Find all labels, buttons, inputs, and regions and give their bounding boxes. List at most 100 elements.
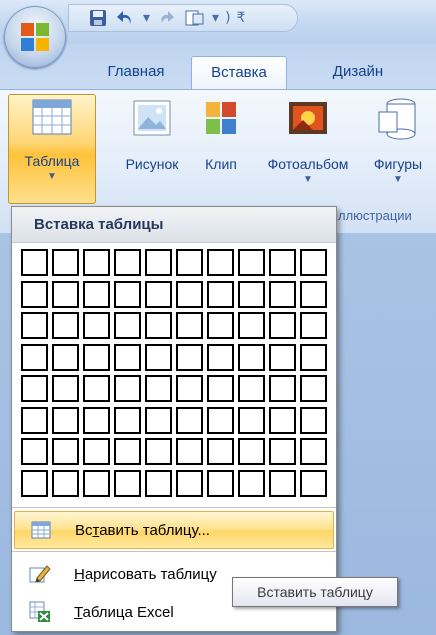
grid-cell[interactable]	[83, 406, 110, 434]
grid-cell[interactable]	[300, 280, 327, 308]
clip-button[interactable]: Клип	[196, 96, 246, 172]
tab-design[interactable]: Дизайн	[318, 56, 398, 90]
grid-cell[interactable]	[52, 469, 79, 497]
grid-cell[interactable]	[207, 280, 234, 308]
grid-cell[interactable]	[300, 249, 327, 276]
grid-cell[interactable]	[176, 280, 203, 308]
photo-album-dropdown-arrow-icon: ▼	[303, 174, 313, 185]
grid-cell[interactable]	[83, 375, 110, 402]
grid-cell[interactable]	[83, 280, 110, 308]
table-draw-icon[interactable]	[184, 7, 206, 29]
grid-cell[interactable]	[52, 280, 79, 308]
picture-button[interactable]: Рисунок	[110, 96, 194, 172]
grid-cell[interactable]	[238, 375, 265, 402]
undo-dropdown-icon[interactable]: ▾	[143, 10, 150, 26]
grid-cell[interactable]	[21, 375, 48, 402]
grid-cell[interactable]	[176, 312, 203, 339]
grid-cell[interactable]	[83, 469, 110, 497]
grid-cell[interactable]	[21, 438, 48, 465]
grid-cell[interactable]	[21, 280, 48, 308]
grid-cell[interactable]	[300, 469, 327, 497]
grid-cell[interactable]	[300, 438, 327, 465]
grid-cell[interactable]	[269, 249, 296, 276]
grid-cell[interactable]	[145, 280, 172, 308]
grid-cell[interactable]	[269, 406, 296, 434]
grid-cell[interactable]	[114, 343, 141, 371]
grid-cell[interactable]	[114, 312, 141, 339]
grid-cell[interactable]	[269, 438, 296, 465]
table-size-grid[interactable]	[21, 249, 333, 505]
grid-cell[interactable]	[238, 406, 265, 434]
grid-cell[interactable]	[176, 375, 203, 402]
grid-cell[interactable]	[114, 406, 141, 434]
grid-cell[interactable]	[300, 375, 327, 402]
grid-cell[interactable]	[52, 312, 79, 339]
tab-home[interactable]: Главная	[98, 56, 174, 90]
grid-cell[interactable]	[83, 343, 110, 371]
grid-cell[interactable]	[207, 438, 234, 465]
tab-insert[interactable]: Вставка	[191, 56, 287, 90]
grid-cell[interactable]	[176, 469, 203, 497]
grid-cell[interactable]	[21, 406, 48, 434]
grid-cell[interactable]	[83, 312, 110, 339]
grid-cell[interactable]	[83, 438, 110, 465]
grid-cell[interactable]	[176, 406, 203, 434]
grid-cell[interactable]	[145, 406, 172, 434]
grid-cell[interactable]	[114, 280, 141, 308]
grid-cell[interactable]	[114, 469, 141, 497]
grid-cell[interactable]	[176, 343, 203, 371]
office-button[interactable]	[4, 6, 66, 68]
grid-cell[interactable]	[238, 280, 265, 308]
grid-cell[interactable]	[114, 438, 141, 465]
grid-cell[interactable]	[145, 249, 172, 276]
grid-cell[interactable]	[269, 280, 296, 308]
quick-access-toolbar: ▾ ▾ ) ₹	[68, 4, 298, 32]
save-icon[interactable]	[87, 7, 109, 29]
grid-cell[interactable]	[114, 249, 141, 276]
redo-icon[interactable]	[156, 7, 178, 29]
grid-cell[interactable]	[300, 406, 327, 434]
grid-cell[interactable]	[21, 469, 48, 497]
grid-cell[interactable]	[145, 438, 172, 465]
grid-cell[interactable]	[238, 343, 265, 371]
grid-cell[interactable]	[207, 343, 234, 371]
grid-cell[interactable]	[145, 312, 172, 339]
table-button[interactable]: Таблица ▼	[8, 94, 96, 204]
grid-cell[interactable]	[21, 249, 48, 276]
grid-cell[interactable]	[21, 312, 48, 339]
customize-qat-icon[interactable]: ₹	[237, 10, 246, 26]
grid-cell[interactable]	[145, 375, 172, 402]
grid-cell[interactable]	[52, 249, 79, 276]
shapes-button[interactable]: Фигуры ▼	[360, 96, 436, 185]
grid-cell[interactable]	[207, 406, 234, 434]
grid-cell[interactable]	[300, 343, 327, 371]
grid-cell[interactable]	[207, 249, 234, 276]
grid-cell[interactable]	[238, 312, 265, 339]
grid-cell[interactable]	[238, 249, 265, 276]
grid-cell[interactable]	[52, 343, 79, 371]
grid-cell[interactable]	[145, 469, 172, 497]
grid-cell[interactable]	[83, 249, 110, 276]
grid-cell[interactable]	[269, 312, 296, 339]
grid-cell[interactable]	[145, 343, 172, 371]
photo-album-button[interactable]: Фотоальбом ▼	[256, 96, 360, 185]
menu-item-insert-table[interactable]: Вставить таблицу...	[14, 511, 334, 549]
grid-cell[interactable]	[21, 343, 48, 371]
grid-cell[interactable]	[269, 469, 296, 497]
grid-cell[interactable]	[176, 249, 203, 276]
grid-cell[interactable]	[52, 438, 79, 465]
grid-cell[interactable]	[207, 375, 234, 402]
grid-cell[interactable]	[207, 469, 234, 497]
grid-cell[interactable]	[52, 406, 79, 434]
qat-dropdown-icon[interactable]: ▾	[212, 10, 219, 26]
grid-cell[interactable]	[238, 469, 265, 497]
undo-icon[interactable]	[115, 7, 137, 29]
grid-cell[interactable]	[238, 438, 265, 465]
grid-cell[interactable]	[269, 343, 296, 371]
grid-cell[interactable]	[300, 312, 327, 339]
grid-cell[interactable]	[269, 375, 296, 402]
grid-cell[interactable]	[207, 312, 234, 339]
grid-cell[interactable]	[52, 375, 79, 402]
grid-cell[interactable]	[114, 375, 141, 402]
grid-cell[interactable]	[176, 438, 203, 465]
